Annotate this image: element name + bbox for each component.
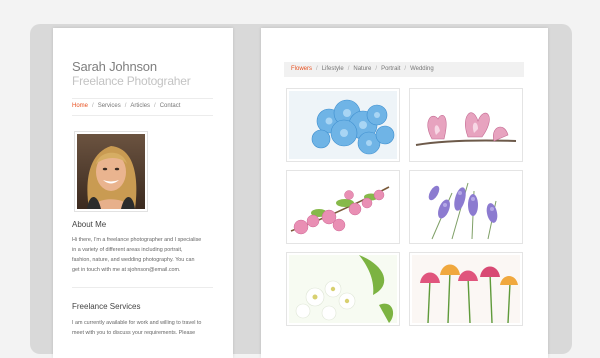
about-line: fashion, nature, and wedding photography… (72, 257, 195, 263)
about-heading: About Me (72, 220, 107, 229)
lavender-image (412, 173, 520, 241)
filter-separator: / (404, 66, 407, 72)
about-text: Hi there, I'm a freelance photographer a… (72, 235, 219, 275)
nav-separator: / (154, 103, 156, 109)
filter-separator: / (316, 66, 318, 72)
nav-home[interactable]: Home (72, 103, 88, 109)
blue-hydrangea-image (289, 91, 397, 159)
divider (72, 98, 213, 99)
pink-magnolia-image (412, 91, 520, 159)
about-line: in a variety of different areas includin… (72, 247, 183, 253)
nav-contact[interactable]: Contact (160, 103, 181, 109)
white-flowers-image (289, 255, 397, 323)
thumbnail-tulips[interactable] (409, 252, 523, 326)
gallery-panel: Flowers / Lifestyle / Nature / Portrait / Weddin… (261, 28, 548, 358)
filter-portrait[interactable]: Portrait (381, 66, 400, 72)
site-title: Sarah Johnson (72, 59, 157, 74)
profile-photo (74, 131, 148, 212)
filter-flowers[interactable]: Flowers (291, 66, 312, 72)
category-filter-bar: Flowers / Lifestyle / Nature / Portrait / Weddin… (284, 62, 524, 77)
thumbnail-lavender[interactable] (409, 170, 523, 244)
nav-services[interactable]: Services (98, 103, 121, 109)
thumbnail-white-flowers[interactable] (286, 252, 400, 326)
portrait-image (77, 134, 145, 209)
about-line: get in touch with me at sjohnson@email.c… (72, 267, 181, 273)
thumbnail-blue-hydrangea[interactable] (286, 88, 400, 162)
divider (72, 115, 213, 116)
filter-separator: / (347, 66, 350, 72)
thumbnail-pink-magnolia[interactable] (409, 88, 523, 162)
services-text: I am currently available for work and wi… (72, 318, 219, 338)
filter-lifestyle[interactable]: Lifestyle (322, 66, 344, 72)
services-line: I am currently available for work and wi… (72, 320, 202, 326)
services-heading: Freelance Services (72, 302, 141, 311)
divider (72, 287, 213, 288)
pink-blossom-image (289, 173, 397, 241)
nav-separator: / (124, 103, 127, 109)
about-line: Hi there, I'm a freelance photographer a… (72, 237, 202, 243)
thumbnail-pink-blossom[interactable] (286, 170, 400, 244)
nav-articles[interactable]: Articles (130, 103, 150, 109)
main-nav: Home / Services / Articles / Contact (72, 103, 180, 109)
filter-separator: / (375, 66, 378, 72)
services-line: meet with you to discuss your requiremen… (72, 330, 196, 336)
site-subtitle: Freelance Photograher (72, 74, 191, 88)
sidebar: Sarah Johnson Freelance Photograher Home… (53, 28, 233, 358)
nav-separator: / (92, 103, 94, 109)
tulips-image (412, 255, 520, 323)
filter-wedding[interactable]: Wedding (410, 66, 434, 72)
filter-nature[interactable]: Nature (353, 66, 371, 72)
